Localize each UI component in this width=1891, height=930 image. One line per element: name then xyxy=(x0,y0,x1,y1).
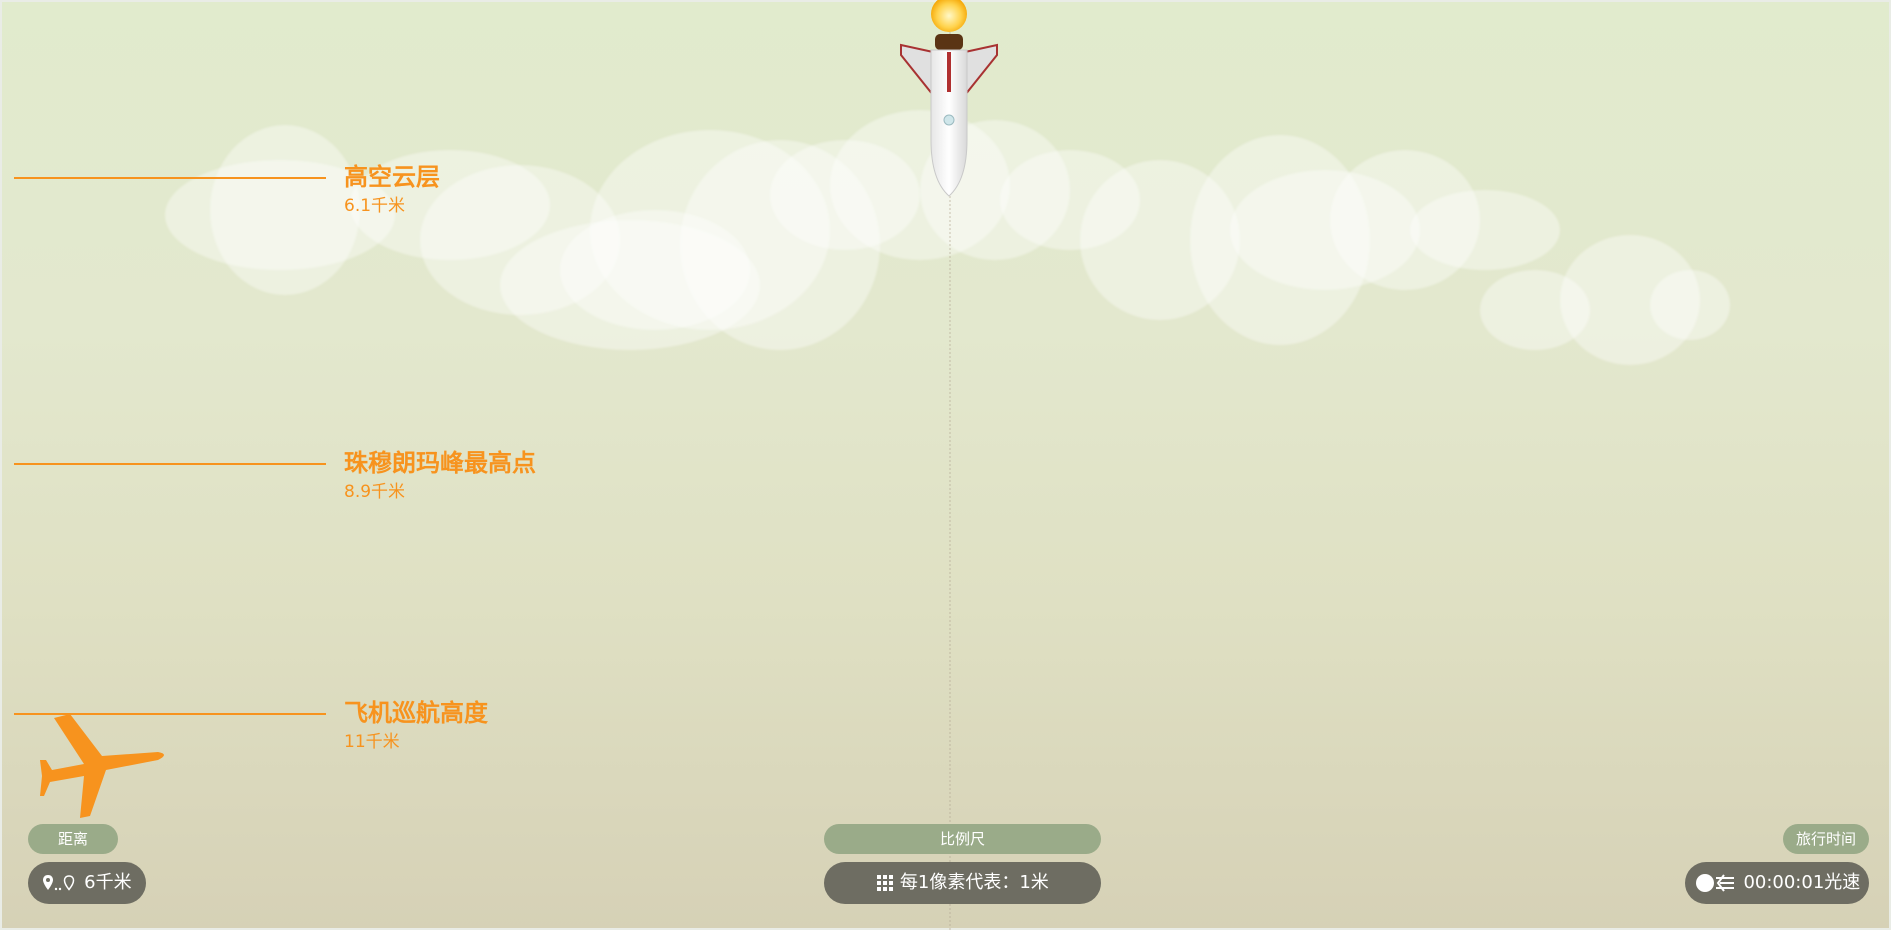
light-speed-icon xyxy=(1695,874,1734,892)
rocket-icon xyxy=(900,0,998,197)
distance-label: 距离 xyxy=(28,824,118,854)
airplane-icon xyxy=(40,714,164,818)
marker-value: 6.1千米 xyxy=(344,196,406,216)
marker-value: 11千米 xyxy=(344,732,400,752)
scale-label: 比例尺 xyxy=(824,824,1101,854)
marker-value: 8.9千米 xyxy=(344,482,406,502)
marker-title: 飞机巡航高度 xyxy=(344,699,488,727)
location-pins-icon xyxy=(43,875,75,891)
marker-title: 高空云层 xyxy=(344,163,440,191)
travel-time-display: 00:00:01光速 xyxy=(1685,862,1869,904)
marker-title: 珠穆朗玛峰最高点 xyxy=(344,449,536,477)
scale-display[interactable]: 每1像素代表：1米 xyxy=(824,862,1101,904)
marker-line xyxy=(14,177,326,179)
distance-display: 6千米 xyxy=(28,862,146,904)
travel-time-value: 00:00:01光速 xyxy=(1743,872,1861,893)
distance-value: 6千米 xyxy=(84,872,132,893)
grid-icon xyxy=(877,875,894,891)
marker-line xyxy=(14,463,326,465)
scale-value: 每1像素代表：1米 xyxy=(899,872,1049,893)
travel-time-label: 旅行时间 xyxy=(1783,824,1869,854)
